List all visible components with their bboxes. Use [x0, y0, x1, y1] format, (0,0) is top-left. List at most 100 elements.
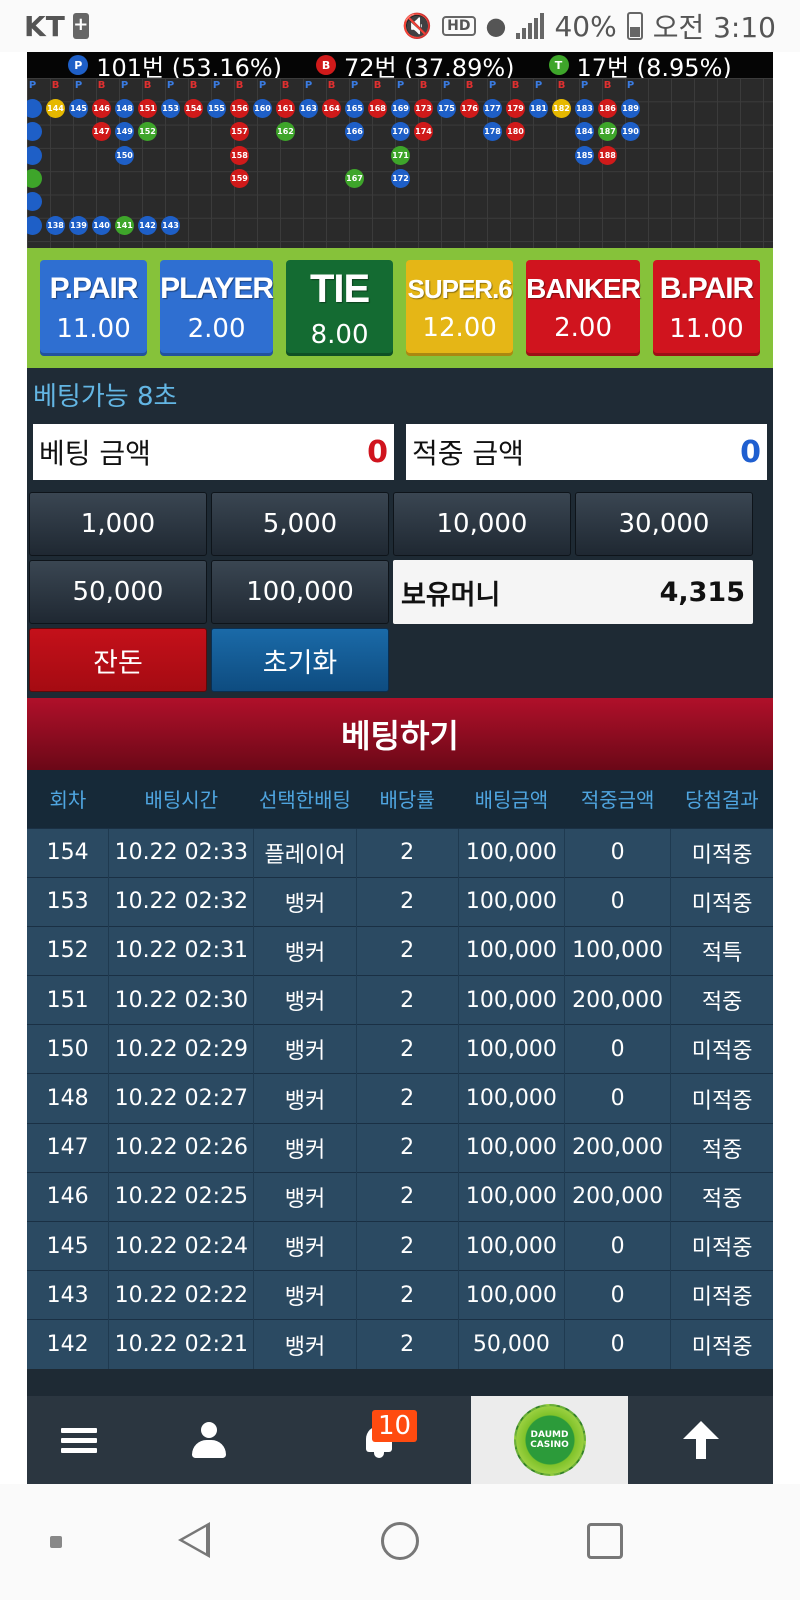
- road-bead: 171: [391, 145, 410, 165]
- wifi-icon: ●: [485, 12, 507, 40]
- cell-win: 200,000: [563, 975, 671, 1025]
- cell-choice: 뱅커: [253, 1319, 357, 1370]
- road-bead: 169: [391, 99, 410, 118]
- stat-player: P 101번 (53.16%): [68, 52, 282, 78]
- bet-player-button[interactable]: PLAYER 2.00: [160, 260, 274, 356]
- road-bead: 177: [483, 99, 502, 118]
- bet-banker-pair-button[interactable]: B.PAIR 11.00: [652, 260, 761, 356]
- clock: 오전 3:10: [652, 11, 776, 44]
- bet-option-name: TIE: [309, 266, 370, 311]
- cell-choice: 뱅커: [253, 1073, 357, 1124]
- road-bead: 174: [414, 122, 433, 142]
- chip-grid: 1,000 5,000 10,000 30,000 50,000 100,000…: [27, 482, 773, 692]
- arrow-up-icon: [682, 1421, 719, 1459]
- place-bet-button[interactable]: 베팅하기: [27, 698, 773, 770]
- column-header: 배팅금액: [458, 770, 565, 828]
- cell-bet: 100,000: [457, 975, 565, 1025]
- road-bead: 156: [230, 99, 249, 118]
- cell-round: 146: [27, 1171, 109, 1222]
- cell-odds: 2: [355, 1024, 459, 1074]
- menu-button[interactable]: [27, 1396, 130, 1484]
- cell-odds: 2: [355, 1220, 459, 1271]
- road-bead: 157: [230, 122, 249, 142]
- chip-5000-button[interactable]: 5,000: [211, 492, 389, 556]
- cell-bet: 100,000: [457, 1073, 565, 1124]
- cell-bet: 100,000: [457, 1024, 565, 1074]
- road-header: P: [74, 80, 83, 91]
- cell-odds: 2: [355, 827, 459, 878]
- stat-banker-text: 72번 (37.89%): [344, 53, 515, 79]
- bet-player-pair-button[interactable]: P.PAIR 11.00: [40, 260, 148, 356]
- cell-win: 0: [563, 1024, 671, 1074]
- scroll-top-button[interactable]: [628, 1396, 773, 1484]
- app-root: KT 🔇 HD ● 40% 오전 3:10 P 101번 (53.16%) B …: [0, 0, 800, 1600]
- stats-bar: P 101번 (53.16%) B 72번 (37.89%) T 17번 (8.…: [27, 52, 773, 78]
- road-header: B: [327, 80, 336, 91]
- chip-50000-button[interactable]: 50,000: [29, 560, 207, 624]
- table-row: 143 10.22 02:22 뱅커 2 100,000 0 미적중: [27, 1270, 773, 1320]
- cell-win: 0: [563, 827, 671, 878]
- cell-result: 미적중: [670, 1220, 773, 1271]
- cell-result: 미적중: [670, 1073, 773, 1124]
- chip-1000-button[interactable]: 1,000: [29, 492, 207, 556]
- cell-bet: 100,000: [457, 1171, 565, 1222]
- road-bead: [27, 192, 42, 212]
- road-header: B: [373, 80, 382, 91]
- road-header: P: [212, 80, 221, 91]
- bet-options-panel: P.PAIR 11.00 PLAYER 2.00 TIE 8.00 SUPER.…: [27, 248, 773, 368]
- cell-time: 10.22 02:25: [108, 1171, 254, 1222]
- road-bead: 149: [115, 122, 134, 142]
- table-row: 152 10.22 02:31 뱅커 2 100,000 100,000 적특: [27, 925, 773, 976]
- road-bead: 181: [529, 99, 548, 118]
- cell-win: 0: [563, 1073, 671, 1124]
- cell-time: 10.22 02:22: [108, 1270, 254, 1320]
- table-row: 154 10.22 02:33 플레이어 2 100,000 0 미적중: [27, 827, 773, 878]
- bet-super6-button[interactable]: SUPER.6 12.00: [406, 260, 514, 356]
- road-bead: 167: [345, 168, 364, 188]
- column-header: 적중금액: [564, 770, 671, 828]
- road-bead: 140: [92, 215, 111, 235]
- recents-small-icon[interactable]: [50, 1536, 62, 1548]
- chip-100000-button[interactable]: 100,000: [211, 560, 389, 624]
- bet-tie-button[interactable]: TIE 8.00: [286, 260, 394, 356]
- cell-bet: 100,000: [457, 1270, 565, 1320]
- table-row: 142 10.22 02:21 뱅커 2 50,000 0 미적중: [27, 1319, 773, 1370]
- cell-choice: 플레이어: [253, 827, 357, 878]
- road-bead: [27, 215, 42, 235]
- bet-option-name: SUPER.6: [407, 273, 513, 304]
- road-bead: 150: [115, 145, 134, 165]
- road-bead: 148: [115, 99, 134, 118]
- logo-text-bottom: CASINO: [530, 1440, 569, 1450]
- cell-round: 152: [27, 925, 109, 976]
- bet-option-odds: 11.00: [669, 314, 744, 344]
- road-bead: 144: [46, 99, 65, 118]
- road-bead: 176: [460, 99, 479, 118]
- overview-icon[interactable]: [587, 1523, 623, 1559]
- bet-banker-button[interactable]: BANKER 2.00: [526, 260, 641, 356]
- road-bead: [27, 145, 42, 165]
- menu-icon: [60, 1423, 97, 1458]
- back-icon[interactable]: [178, 1522, 210, 1558]
- reset-button[interactable]: 초기화: [211, 628, 389, 692]
- balance-value: 4,315: [659, 576, 745, 608]
- table-row: 153 10.22 02:32 뱅커 2 100,000 0 미적중: [27, 876, 773, 927]
- chip-10000-button[interactable]: 10,000: [393, 492, 571, 556]
- road-bead: 164: [322, 99, 341, 118]
- road-bead: 172: [391, 168, 410, 188]
- cell-odds: 2: [355, 1122, 459, 1173]
- chip-30000-button[interactable]: 30,000: [575, 492, 753, 556]
- home-icon[interactable]: [381, 1522, 419, 1560]
- casino-logo-button[interactable]: DAUMD CASINO: [471, 1396, 628, 1484]
- cell-win: 0: [563, 1220, 671, 1271]
- casino-panel: P 101번 (53.16%) B 72번 (37.89%) T 17번 (8.…: [27, 52, 773, 1396]
- tie-dot-icon: T: [548, 55, 569, 75]
- change-button[interactable]: 잔돈: [29, 628, 207, 692]
- status-bar: KT 🔇 HD ● 40% 오전 3:10: [0, 0, 800, 52]
- road-bead: [27, 122, 42, 142]
- road-header: P: [350, 80, 359, 91]
- table-header-row: 회차 배팅시간 선택한배팅 배당률 배팅금액 적중금액 당첨결과: [27, 770, 773, 828]
- cell-odds: 2: [355, 1073, 459, 1124]
- user-button[interactable]: [130, 1396, 287, 1484]
- table-row: 150 10.22 02:29 뱅커 2 100,000 0 미적중: [27, 1024, 773, 1074]
- cell-bet: 100,000: [457, 1122, 565, 1173]
